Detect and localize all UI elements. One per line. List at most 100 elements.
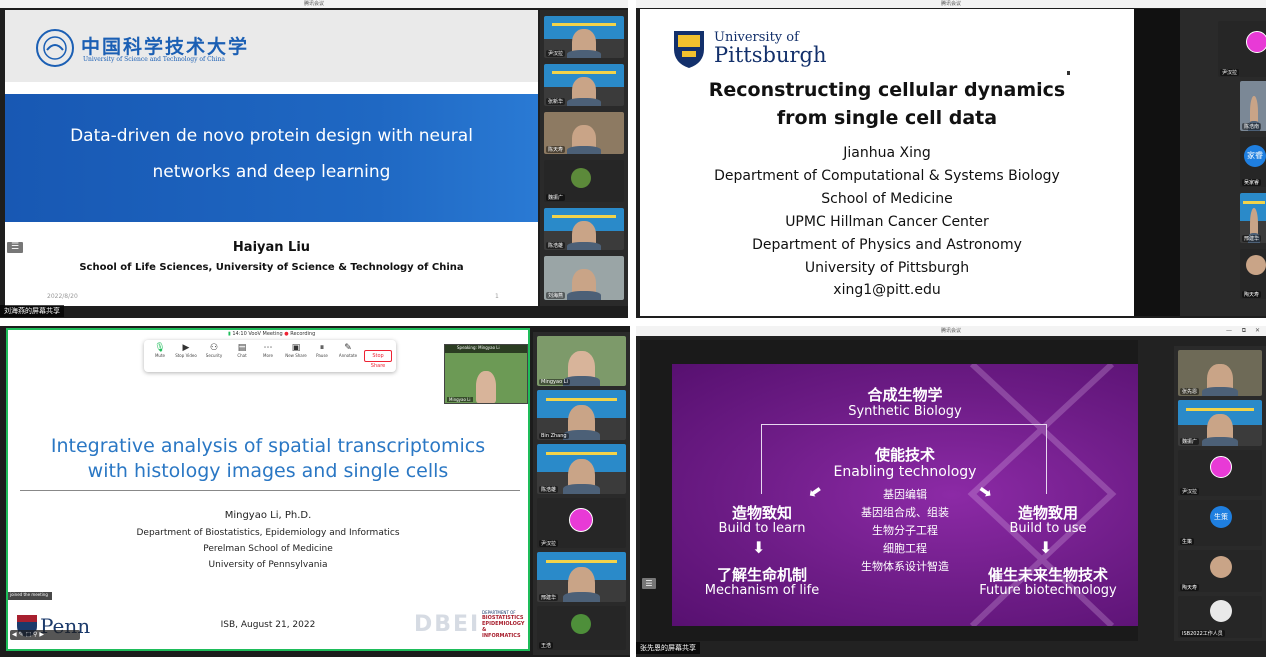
ustc-emblem-icon bbox=[36, 29, 74, 67]
new-share-button[interactable]: ▣ New Share bbox=[284, 343, 308, 369]
slide-title-line2: from single cell data bbox=[776, 107, 998, 129]
participant-tile[interactable]: 家睿 吴家睿 bbox=[1240, 137, 1266, 187]
slide-info-line: University of Pittsburgh bbox=[804, 260, 970, 276]
participant-name: 王浩 bbox=[539, 642, 554, 649]
participant-tile[interactable]: 张先恩 bbox=[1178, 350, 1262, 396]
participant-name: 魏振广 bbox=[1180, 438, 1200, 445]
self-video[interactable]: Speaking: Mingyao Li Mingyao Li bbox=[444, 344, 528, 404]
stop-video-button[interactable]: ▶ Stop Video bbox=[174, 343, 198, 369]
participant-tile[interactable]: 陈浩雄 bbox=[537, 444, 626, 494]
pitt-shield-icon bbox=[674, 31, 704, 68]
participant-tile[interactable]: 张新华 bbox=[544, 64, 624, 106]
slide-info-line: Department of Computational & Systems Bi… bbox=[714, 168, 1060, 184]
maximize-button[interactable]: ⧉ bbox=[1242, 326, 1246, 336]
close-button[interactable]: ✕ bbox=[1255, 326, 1260, 336]
slide-title-line2: networks and deep learning bbox=[152, 162, 391, 182]
security-button[interactable]: ⚇ Security bbox=[202, 343, 226, 369]
bottom-right-en: Future biotechnology bbox=[979, 583, 1117, 598]
participant-tile[interactable]: 刘海燕 bbox=[544, 256, 624, 300]
slide-affiliation: Perelman School of Medicine bbox=[203, 544, 333, 554]
bottom-left-cn: 了解生命机制 bbox=[716, 566, 807, 584]
participant-tile[interactable]: 尹汉拉 bbox=[544, 16, 624, 58]
slide-author: Mingyao Li, Ph.D. bbox=[224, 510, 312, 521]
chat-button[interactable]: ▤ Chat bbox=[230, 343, 254, 369]
avatar bbox=[1210, 556, 1232, 578]
participant-tile[interactable]: 王浩 bbox=[537, 606, 626, 650]
mid-en: Enabling technology bbox=[833, 464, 977, 480]
participant-tile[interactable]: 陶天寿 bbox=[1178, 550, 1262, 592]
status-time: 14:10 bbox=[232, 331, 247, 337]
right-en: Build to use bbox=[1009, 521, 1087, 536]
ustc-logo-cn: 中国科学技术大学 bbox=[81, 36, 250, 58]
menu-icon[interactable]: ☰ bbox=[642, 578, 656, 589]
participant-tile[interactable]: 邢建华 bbox=[537, 552, 626, 602]
participant-name: 张新华 bbox=[546, 98, 566, 105]
pause-button[interactable]: ⏸ Pause bbox=[310, 343, 334, 369]
participant-name: 尹汉拉 bbox=[546, 50, 566, 57]
self-name: Mingyao Li bbox=[447, 397, 473, 402]
slide-affiliation: University of Pennsylvania bbox=[208, 560, 328, 570]
annotate-button[interactable]: ✎ Annotate bbox=[336, 343, 360, 369]
slide-affiliation: Department of Biostatistics, Epidemiolog… bbox=[136, 528, 400, 538]
more-button[interactable]: ⋯ More bbox=[256, 343, 280, 369]
slide-title-line1: Reconstructing cellular dynamics bbox=[708, 79, 1066, 101]
participant-tile[interactable]: 邢建华 bbox=[1240, 193, 1266, 243]
right-cn: 造物致用 bbox=[1017, 504, 1078, 522]
dbei-watermark: DBEI bbox=[414, 612, 481, 637]
participant-name: 吴家睿 bbox=[1242, 179, 1262, 186]
top-cn: 合成生物学 bbox=[867, 386, 943, 404]
tech-item: 细胞工程 bbox=[883, 542, 927, 555]
avatar bbox=[1210, 600, 1232, 622]
join-notification: joined the meeting bbox=[8, 592, 52, 600]
participant-name: 生策 bbox=[1180, 538, 1195, 545]
participant-strip: 尹汉拉 张新华 陈天寿 魏振广 陈浩雄 刘海燕 bbox=[540, 10, 628, 306]
participant-name: 陈浩雄 bbox=[546, 242, 566, 249]
connector-line-top bbox=[761, 424, 1047, 425]
participant-tile[interactable]: 陶天寿 bbox=[1240, 249, 1266, 299]
participant-tile[interactable]: Mingyao Li bbox=[537, 336, 626, 386]
mid-cn: 使能技术 bbox=[874, 446, 935, 464]
share-label: 张先恩的屏幕共享 bbox=[636, 642, 700, 654]
participant-tile[interactable]: 魏振广 bbox=[544, 160, 624, 202]
bottom-left-en: Mechanism of life bbox=[704, 583, 820, 598]
status-recording: Recording bbox=[290, 331, 316, 337]
slide-info-line: Jianhua Xing bbox=[843, 145, 931, 161]
participant-name: 陶天寿 bbox=[1180, 584, 1200, 591]
participant-tile[interactable]: 陈天寿 bbox=[544, 112, 624, 154]
participant-name: Mingyao Li bbox=[539, 379, 570, 385]
participant-tile[interactable]: 陈浩南 bbox=[1240, 81, 1266, 131]
avatar bbox=[571, 614, 591, 634]
tech-item: 基因编辑 bbox=[883, 488, 927, 501]
mute-button[interactable]: 🎙 Mute bbox=[148, 343, 172, 369]
participant-name: 陈浩南 bbox=[1242, 123, 1262, 130]
slide-email: xing1@pitt.edu bbox=[833, 282, 941, 298]
pitt-logo-name: Pittsburgh bbox=[714, 43, 827, 67]
participant-tile[interactable]: ISB2022工作人员 bbox=[1178, 596, 1262, 638]
participant-tile[interactable]: Bin Zhang bbox=[537, 390, 626, 440]
slide-header: 中国科学技术大学 University of Science and Techn… bbox=[5, 10, 538, 82]
participant-tile[interactable]: 魏振广 bbox=[1178, 400, 1262, 446]
participant-strip: 张先恩 魏振广 尹汉拉 生策 生策 陶天寿 ISB2022工作人员 bbox=[1174, 346, 1266, 641]
slide-title-line2: with histology images and single cells bbox=[87, 460, 449, 482]
bottom-control-bar[interactable]: ◀ ✎ ⬚ ⚲ ▶ bbox=[10, 630, 80, 640]
participant-tile[interactable]: 尹汉拉 bbox=[537, 498, 626, 548]
avatar bbox=[1246, 255, 1266, 275]
minimize-button[interactable]: — bbox=[1226, 326, 1232, 336]
slide-affiliation: School of Life Sciences, University of S… bbox=[79, 262, 464, 273]
title-banner: Data-driven de novo protein design with … bbox=[5, 94, 538, 222]
avatar: 家睿 bbox=[1244, 145, 1266, 167]
participant-tile[interactable]: 生策 生策 bbox=[1178, 500, 1262, 546]
participant-strip: 尹汉拉 陈浩南 家睿吴家睿 邢建华 陶天寿 bbox=[1180, 9, 1266, 316]
signal-icon: ▮ bbox=[228, 331, 231, 337]
slide-page-number: 1 bbox=[495, 293, 499, 300]
participant-name: 陈浩雄 bbox=[539, 486, 559, 493]
participant-tile[interactable]: 陈浩雄 bbox=[544, 208, 624, 250]
gap-bar bbox=[1134, 9, 1180, 316]
arrow-down-left-icon: ⬇ bbox=[752, 538, 766, 557]
participant-tile[interactable]: 尹汉拉 bbox=[1218, 21, 1266, 77]
shared-slide: 中国科学技术大学 University of Science and Techn… bbox=[5, 10, 538, 306]
meeting-window-top-right: 腾讯会议 University of Pittsburgh Reconstruc… bbox=[636, 0, 1266, 318]
participant-tile[interactable]: 尹汉拉 bbox=[1178, 450, 1262, 496]
stop-share-button[interactable]: Stop Share bbox=[364, 350, 392, 369]
mouse-cursor-icon bbox=[1067, 71, 1070, 75]
